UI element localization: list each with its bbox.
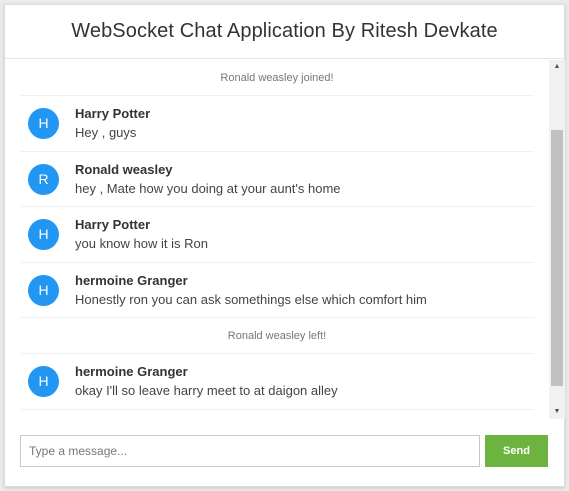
avatar: H	[28, 274, 59, 306]
sender-name: hermoine Granger	[75, 364, 188, 379]
chat-message: H hermoine Granger okay I'll so leave ha…	[20, 354, 534, 410]
event-message: Ronald weasley left!	[20, 318, 534, 354]
sender-name: Harry Potter	[75, 106, 151, 121]
avatar: H	[28, 108, 59, 139]
page-title: WebSocket Chat Application By Ritesh Dev…	[71, 20, 498, 42]
message-text: you know how it is Ron	[75, 236, 208, 251]
scrollbar[interactable]: ▲ ▼	[549, 60, 565, 419]
scrollbar-thumb[interactable]	[551, 130, 563, 386]
avatar: R	[28, 163, 59, 195]
event-text: Ronald weasley left!	[227, 330, 327, 342]
avatar: H	[28, 366, 59, 397]
sender-name: Harry Potter	[75, 217, 151, 232]
chat-message: H hermoine Granger Honestly ron you can …	[20, 263, 534, 318]
chat-header: WebSocket Chat Application By Ritesh Dev…	[5, 5, 564, 59]
message-input-row: Send	[20, 435, 551, 467]
chat-window: WebSocket Chat Application By Ritesh Dev…	[4, 4, 565, 487]
message-text: Hey , guys	[75, 125, 137, 140]
message-text: Honestly ron you can ask somethings else…	[75, 291, 427, 307]
chat-message: H Harry Potter Hey , guys	[20, 96, 534, 152]
send-button[interactable]: Send	[485, 435, 548, 467]
sender-name: hermoine Granger	[75, 272, 188, 288]
sender-name: Ronald weasley	[75, 161, 173, 177]
message-text: hey , Mate how you doing at your aunt's …	[75, 180, 341, 196]
message-text: okay I'll so leave harry meet to at daig…	[75, 383, 338, 398]
avatar: H	[28, 219, 59, 250]
scroll-up-icon[interactable]: ▲	[549, 60, 565, 74]
message-input[interactable]	[20, 435, 480, 467]
message-area[interactable]: Ronald weasley joined! H Harry Potter He…	[5, 60, 549, 419]
event-text: Ronald weasley joined!	[220, 72, 334, 84]
scroll-down-icon[interactable]: ▼	[549, 405, 565, 419]
chat-message: R Ronald weasley hey , Mate how you doin…	[20, 152, 534, 207]
event-message: Ronald weasley joined!	[20, 60, 534, 96]
chat-message: H Harry Potter you know how it is Ron	[20, 207, 534, 263]
